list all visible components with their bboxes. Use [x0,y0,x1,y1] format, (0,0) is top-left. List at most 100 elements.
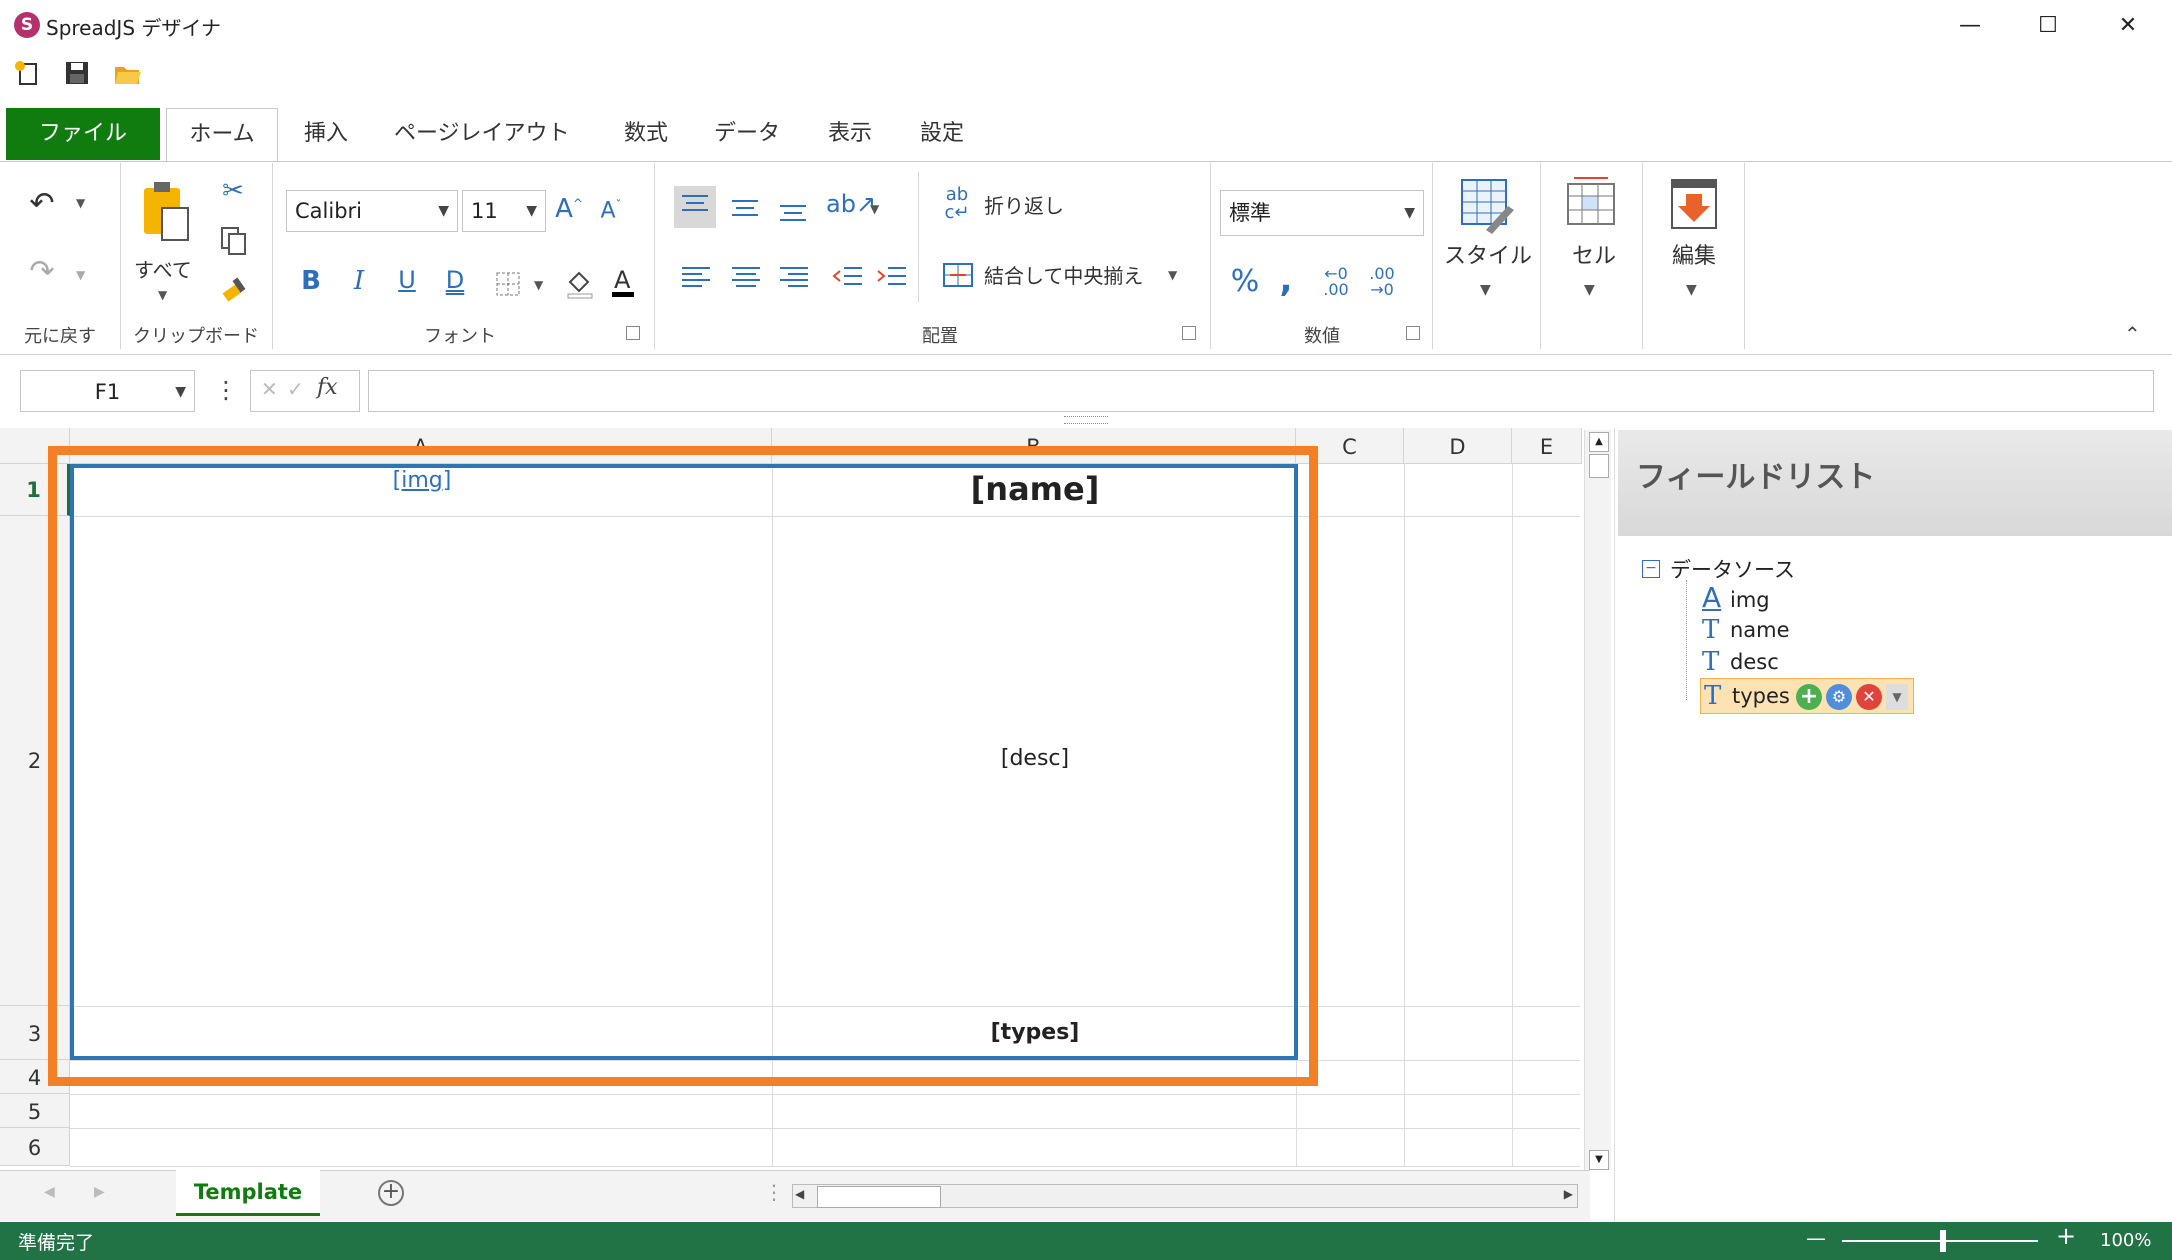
align-right-icon[interactable] [774,258,814,298]
merge-center-icon[interactable] [942,260,974,290]
edit-dropdown-icon[interactable]: ▼ [1686,282,1697,298]
paste-icon[interactable] [140,180,192,244]
undo-icon[interactable]: ↶ [22,186,62,226]
field-menu-dropdown-icon[interactable]: ▼ [1886,684,1908,710]
redo-dropdown-icon[interactable]: ▼ [76,268,85,282]
orientation-dropdown-icon[interactable]: ▼ [870,202,879,216]
font-dialog-launcher-icon[interactable] [626,326,640,340]
decrease-decimal-icon[interactable]: .00 →0 [1364,266,1400,298]
field-item-img[interactable]: img [1730,588,1770,612]
scroll-down-icon[interactable]: ▼ [1589,1150,1609,1170]
insert-function-icon[interactable]: fx [317,375,338,400]
scroll-up-icon[interactable]: ▲ [1589,432,1609,452]
fill-color-icon[interactable] [564,266,594,300]
cut-icon[interactable]: ✂ [218,176,248,206]
maximize-button[interactable]: ☐ [2018,6,2078,46]
align-top-icon[interactable] [674,186,716,228]
enter-icon[interactable]: ✓ [287,377,304,401]
close-button[interactable]: ✕ [2098,6,2158,46]
italic-icon[interactable]: I [344,266,374,296]
cell-b2[interactable]: [desc] [776,746,1294,771]
edit-label[interactable]: 編集 [1672,238,1716,270]
tab-scroll-left-icon[interactable]: ◀ [44,1184,55,1200]
paste-dropdown-icon[interactable]: ▼ [158,288,167,302]
tab-splitter-handle[interactable]: ⋮ [764,1180,784,1204]
font-size-combo[interactable]: 11 ▼ [462,190,546,232]
save-icon[interactable] [62,58,92,88]
edit-icon[interactable] [1668,176,1720,236]
cancel-icon[interactable]: ✕ [261,377,278,401]
new-file-icon[interactable] [12,58,42,88]
redo-icon[interactable]: ↷ [22,254,62,294]
font-color-icon[interactable]: A [608,264,638,300]
row-header-6[interactable]: 6 [0,1128,70,1166]
undo-dropdown-icon[interactable]: ▼ [76,196,85,210]
add-field-icon[interactable]: + [1796,684,1822,710]
add-sheet-icon[interactable]: + [378,1180,404,1206]
horizontal-scrollbar[interactable]: ◀ ▶ [792,1184,1578,1208]
cells-icon[interactable] [1564,176,1620,236]
minimize-button[interactable]: — [1940,6,2000,46]
cell-a1[interactable]: [img] [74,468,770,493]
tab-home[interactable]: ホーム [166,108,278,163]
alignment-dialog-launcher-icon[interactable] [1182,326,1196,340]
copy-icon[interactable] [220,226,248,256]
cell-dropdown-icon[interactable]: ▼ [1584,282,1595,298]
paste-label[interactable]: すべて [134,254,192,283]
zoom-slider-thumb[interactable] [1940,1230,1946,1252]
wrap-text-button[interactable]: 折り返し [984,190,1064,219]
style-label[interactable]: スタイル [1444,238,1532,270]
increase-indent-icon[interactable] [872,258,912,298]
tab-file[interactable]: ファイル [6,108,160,160]
tab-formulas[interactable]: 数式 [602,108,690,160]
column-header-d[interactable]: D [1404,428,1512,464]
tab-page-layout[interactable]: ページレイアウト [372,108,592,160]
row-header-5[interactable]: 5 [0,1094,70,1128]
decrease-font-icon[interactable]: Aˇ [594,198,628,223]
open-folder-icon[interactable] [112,58,142,88]
formula-resize-handle[interactable] [1064,416,1108,424]
tree-root-datasource[interactable]: データソース [1670,554,1795,584]
number-dialog-launcher-icon[interactable] [1406,326,1420,340]
underline-icon[interactable]: U [392,266,422,294]
align-middle-icon[interactable] [724,186,766,228]
merge-dropdown-icon[interactable]: ▼ [1168,268,1177,282]
sheet-tab-template[interactable]: Template [176,1170,320,1216]
collapse-tree-icon[interactable]: − [1642,560,1660,578]
orientation-icon[interactable]: ab↗ [826,190,876,218]
field-item-desc[interactable]: desc [1730,650,1779,674]
settings-gear-icon[interactable]: ⚙ [1826,684,1852,710]
field-item-types[interactable]: types [1732,684,1790,708]
format-painter-icon[interactable] [220,274,250,304]
border-icon[interactable] [494,270,522,298]
scroll-right-icon[interactable]: ▶ [1564,1187,1573,1201]
more-options-icon[interactable]: ⋮ [214,376,238,404]
collapse-ribbon-icon[interactable]: ⌃ [2124,322,2141,346]
zoom-in-button[interactable]: + [2056,1222,2076,1250]
align-bottom-icon[interactable] [772,186,814,228]
font-name-combo[interactable]: Calibri ▼ [286,190,458,232]
bold-icon[interactable]: B [296,266,326,296]
vertical-scrollbar[interactable]: ▲ ▼ [1584,430,1611,1170]
field-item-name[interactable]: name [1730,618,1790,642]
scroll-left-icon[interactable]: ◀ [795,1187,804,1201]
cell-styles-icon[interactable] [1458,176,1518,236]
increase-decimal-icon[interactable]: ←0.00 [1318,266,1354,298]
comma-icon[interactable]: , [1274,260,1298,300]
decrease-indent-icon[interactable] [828,258,868,298]
tab-insert[interactable]: 挿入 [282,108,370,160]
align-left-icon[interactable] [676,258,716,298]
formula-input[interactable] [368,370,2154,412]
horizontal-scroll-thumb[interactable] [817,1186,941,1208]
tab-view[interactable]: 表示 [806,108,894,160]
merge-center-button[interactable]: 結合して中央揃え [984,260,1143,289]
cell-label[interactable]: セル [1572,238,1616,270]
column-header-e[interactable]: E [1512,428,1582,464]
percent-icon[interactable]: % [1228,264,1262,299]
tab-scroll-right-icon[interactable]: ▶ [94,1184,105,1200]
number-format-combo[interactable]: 標準 ▼ [1220,190,1424,236]
remove-field-icon[interactable]: ✕ [1856,684,1882,710]
cell-b3[interactable]: [types] [776,1020,1294,1045]
tab-settings[interactable]: 設定 [898,108,986,160]
border-dropdown-icon[interactable]: ▼ [534,278,543,292]
